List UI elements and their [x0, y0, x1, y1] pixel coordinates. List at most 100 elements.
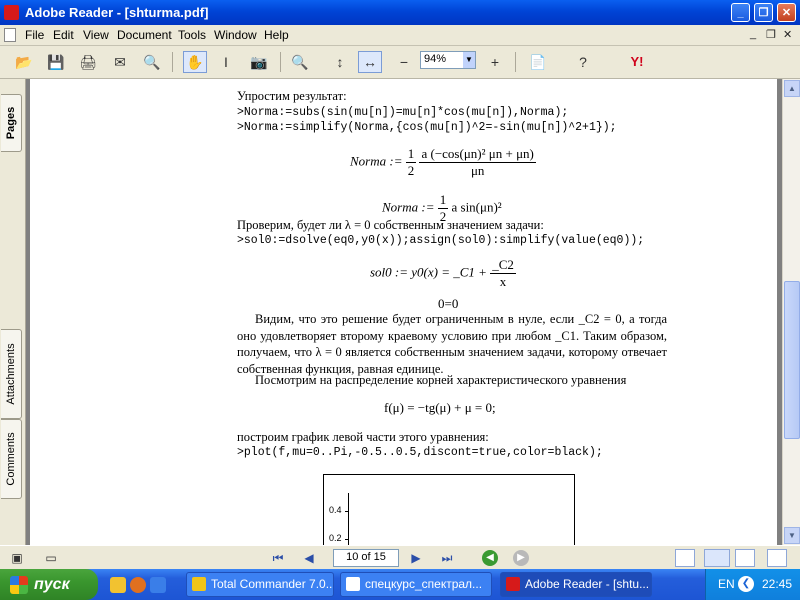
doc-restore-button[interactable]: ❐: [766, 28, 776, 41]
zoom-in-icon[interactable]: +: [483, 51, 507, 73]
plot-tick: [345, 511, 349, 512]
code-line: >sol0:=dsolve(eq0,y0(x));assign(sol0):si…: [237, 234, 645, 247]
window-title: Adobe Reader - [shturma.pdf]: [25, 5, 209, 20]
equation-f: f(μ) = −tg(μ) + μ = 0;: [384, 400, 496, 415]
menu-document[interactable]: Document: [117, 28, 172, 42]
plot-tick-label: 0.4: [329, 505, 342, 515]
open-icon[interactable]: 📂: [12, 51, 36, 73]
last-page-button[interactable]: ⏭: [438, 549, 456, 567]
zoom-in-tool-icon[interactable]: 🔍: [288, 51, 312, 73]
select-tool-icon[interactable]: I: [214, 51, 238, 73]
minimize-button[interactable]: _: [731, 3, 750, 22]
equation-lhs: Norma :=: [350, 153, 406, 169]
task-word-document[interactable]: спецкурс_спектрал...: [340, 572, 492, 597]
single-page-layout-button[interactable]: [675, 549, 695, 567]
continuous-layout-button[interactable]: [704, 549, 730, 567]
status-bar: ▣ ▭ ⏮ ◀ 10 of 15 ▶ ⏭ ◀ ▶: [0, 545, 800, 570]
total-commander-icon: [192, 577, 206, 591]
plot-tick-label: 0.2: [329, 533, 342, 543]
yahoo-icon[interactable]: Y!: [620, 51, 654, 73]
scroll-up-button[interactable]: ▲: [784, 80, 800, 97]
doc-close-button[interactable]: ✕: [783, 28, 792, 41]
page-text: Посмотрим на распределение корней характ…: [255, 373, 627, 387]
tab-comments-label: Comments: [5, 432, 17, 486]
navigation-panel: Pages Attachments Comments: [0, 79, 26, 545]
hand-tool-icon[interactable]: ✋: [183, 51, 207, 73]
toolbar-separator: [172, 52, 173, 72]
page-text: построим график левой части этого уравне…: [237, 430, 489, 444]
zoom-out-icon[interactable]: −: [392, 51, 416, 73]
system-tray: EN ❮ 22:45: [705, 569, 800, 600]
snapshot-icon[interactable]: 📷: [247, 51, 271, 73]
clock: 22:45: [762, 577, 793, 591]
quick-launch-icon[interactable]: [110, 577, 126, 593]
adobe-reader-icon: [4, 5, 19, 20]
task-adobe-reader[interactable]: Adobe Reader - [shtu...: [500, 572, 652, 597]
browser-icon[interactable]: [150, 577, 166, 593]
taskbar: пуск Total Commander 7.0... спецкурс_спе…: [0, 569, 800, 600]
tray-expand-icon[interactable]: ❮: [738, 576, 754, 592]
page-number-field[interactable]: 10 of 15: [333, 549, 399, 567]
facing-layout-button[interactable]: [735, 549, 755, 567]
menu-window[interactable]: Window: [214, 28, 257, 42]
tab-attachments-label: Attachments: [5, 343, 17, 405]
close-button[interactable]: ✕: [777, 3, 796, 22]
fit-page-icon[interactable]: ↕: [328, 51, 352, 73]
equation-norma: Norma := 12 a (−cos(μn)² μn + μn) μn: [350, 146, 536, 178]
pdf-page: Упростим результат: >Norma:=subs(sin(mu[…: [30, 79, 777, 545]
menu-help[interactable]: Help: [264, 28, 289, 42]
save-icon[interactable]: 💾: [44, 51, 68, 73]
chevron-down-icon[interactable]: ▼: [463, 52, 475, 68]
tab-comments[interactable]: Comments: [1, 419, 22, 499]
doc-minimize-button[interactable]: _: [750, 28, 756, 40]
tab-pages-label: Pages: [5, 106, 17, 140]
title-bar[interactable]: Adobe Reader - [shturma.pdf] _ ❐ ✕: [0, 0, 800, 25]
start-label: пуск: [34, 576, 70, 593]
panel-toggle-icon[interactable]: ▣: [8, 549, 26, 567]
previous-page-button[interactable]: ◀: [300, 549, 318, 567]
go-forward-button[interactable]: ▶: [513, 550, 529, 566]
toolbar: 📂 💾 🖨 ✉ 🔍 ✋ I 📷 🔍 ↕ ↔ − + 📄 ? Y!: [0, 46, 800, 79]
paragraph: Видим, что это решение будет ограниченны…: [237, 312, 667, 376]
menu-edit[interactable]: Edit: [53, 28, 74, 42]
scroll-thumb[interactable]: [784, 281, 800, 439]
menu-tools[interactable]: Tools: [178, 28, 206, 42]
document-area[interactable]: Упростим результат: >Norma:=subs(sin(mu[…: [26, 79, 782, 545]
tab-attachments[interactable]: Attachments: [1, 329, 22, 419]
start-button[interactable]: пуск: [0, 569, 98, 600]
go-back-button[interactable]: ◀: [482, 550, 498, 566]
document-icon[interactable]: [4, 28, 16, 42]
restore-button[interactable]: ❐: [754, 3, 773, 22]
toolbar-separator: [515, 52, 516, 72]
plot-y-axis: [348, 493, 349, 545]
toolbar-separator: [280, 52, 281, 72]
scroll-down-button[interactable]: ▼: [784, 527, 800, 544]
page-icon[interactable]: ▭: [42, 549, 60, 567]
windows-logo-icon: [10, 576, 28, 594]
page-text: Проверим, будет ли λ = 0 собственным зна…: [237, 218, 544, 232]
code-line: >Norma:=subs(sin(mu[n])=mu[n]*cos(mu[n])…: [237, 106, 569, 119]
print-icon[interactable]: 🖨: [76, 51, 100, 73]
next-page-button[interactable]: ▶: [407, 549, 425, 567]
email-icon[interactable]: ✉: [108, 51, 132, 73]
pages-menu-icon[interactable]: 📄: [526, 51, 550, 73]
plot-tick: [345, 539, 349, 540]
language-indicator[interactable]: EN: [718, 577, 735, 591]
equation-zero: 0=0: [438, 296, 459, 311]
tab-pages[interactable]: Pages: [1, 94, 22, 152]
vertical-scrollbar[interactable]: ▲ ▼: [782, 79, 800, 545]
search-icon[interactable]: 🔍: [140, 51, 164, 73]
help-icon[interactable]: ?: [571, 51, 595, 73]
adobe-reader-icon: [506, 577, 520, 591]
equation-sol0: sol0 := y0(x) = _C1 + _C2 x: [370, 257, 516, 289]
menu-file[interactable]: File: [25, 28, 44, 42]
menu-bar: File Edit View Document Tools Window Hel…: [0, 25, 800, 46]
first-page-button[interactable]: ⏮: [269, 549, 287, 567]
fit-width-icon[interactable]: ↔: [358, 51, 382, 73]
menu-view[interactable]: View: [83, 28, 109, 42]
word-icon: [346, 577, 360, 591]
media-player-icon[interactable]: [130, 577, 146, 593]
continuous-facing-layout-button[interactable]: [767, 549, 787, 567]
plot-frame: 0.4 0.2: [323, 474, 575, 545]
task-total-commander[interactable]: Total Commander 7.0...: [186, 572, 334, 597]
